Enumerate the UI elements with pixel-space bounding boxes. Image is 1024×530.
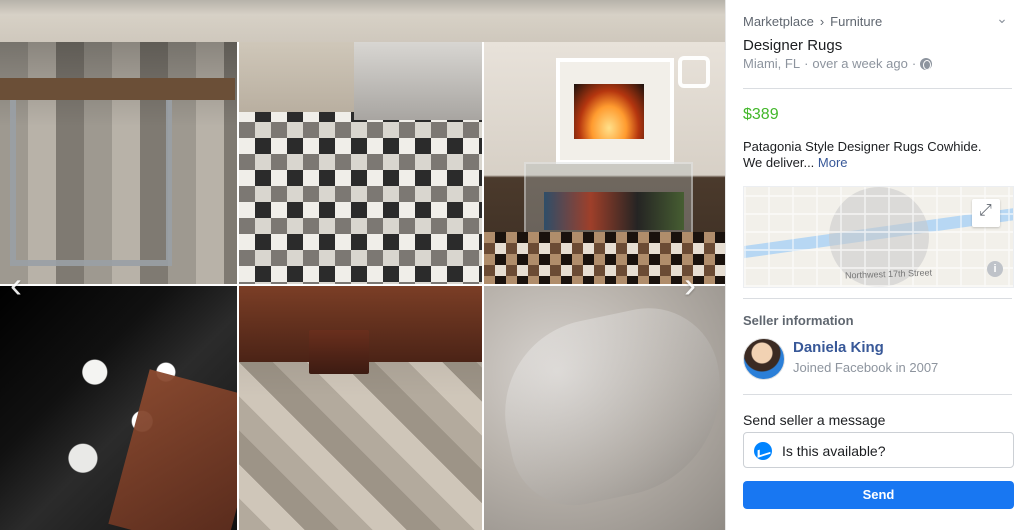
globe-icon — [920, 57, 933, 70]
next-photo-button[interactable]: › — [684, 267, 714, 303]
breadcrumb-category-link[interactable]: Furniture — [830, 14, 882, 29]
photo-tile-4[interactable] — [0, 286, 237, 530]
divider-middle — [743, 298, 1012, 299]
location-map[interactable]: Northwest 17th Street i — [743, 186, 1014, 288]
meta-dot-2: · — [911, 56, 917, 71]
meta-dot-1: · — [804, 56, 809, 71]
seller-info-heading: Seller information — [743, 313, 854, 328]
collapse-chevron-down-icon[interactable]: ⌄ — [992, 10, 1012, 30]
photo-tile-3-books — [544, 192, 684, 230]
photo-tile-5[interactable] — [239, 286, 482, 530]
listing-description: Patagonia Style Designer Rugs Cowhide. W… — [743, 139, 1003, 171]
listing-meta: Miami, FL · over a week ago · — [743, 56, 933, 71]
description-more-link[interactable]: More — [818, 155, 848, 170]
photo-tile-1[interactable] — [0, 42, 237, 284]
photo-tile-4-wood-floor — [108, 369, 237, 530]
listing-title: Designer Rugs — [743, 37, 843, 54]
listing-age: over a week ago — [812, 56, 908, 71]
send-button[interactable]: Send — [743, 481, 1014, 509]
message-input[interactable] — [780, 433, 1014, 469]
breadcrumb-marketplace-link[interactable]: Marketplace — [743, 14, 814, 29]
expand-photo-icon[interactable] — [678, 56, 710, 88]
divider-bottom — [743, 394, 1012, 395]
messenger-icon — [754, 442, 772, 460]
photo-tile-5-foot — [309, 330, 369, 374]
photo-top-strip — [0, 0, 725, 42]
photo-tile-6[interactable] — [484, 286, 725, 530]
previous-photo-button[interactable]: ‹ — [10, 267, 40, 303]
listing-details-panel: Marketplace › Furniture ⌄ Designer Rugs Mi… — [725, 0, 1024, 530]
listing-description-text: Patagonia Style Designer Rugs Cowhide. W… — [743, 139, 982, 170]
listing-location: Miami, FL — [743, 56, 801, 71]
seller-avatar[interactable] — [743, 338, 785, 380]
map-info-icon[interactable]: i — [987, 261, 1003, 277]
seller-name-link[interactable]: Daniela King — [793, 339, 884, 356]
photo-grid — [0, 42, 725, 530]
listing-price: $389 — [743, 106, 779, 123]
photo-tile-2-table — [354, 42, 482, 120]
map-expand-icon[interactable] — [972, 199, 1000, 227]
listing-photo-gallery[interactable]: ‹ › — [0, 0, 725, 530]
message-heading: Send seller a message — [743, 412, 886, 428]
seller-joined-text: Joined Facebook in 2007 — [793, 360, 939, 375]
divider-top — [743, 88, 1012, 89]
breadcrumb-separator: › — [819, 14, 825, 29]
photo-tile-2[interactable] — [239, 42, 482, 284]
breadcrumb: Marketplace › Furniture — [743, 14, 882, 29]
message-field[interactable] — [743, 432, 1014, 469]
photo-tile-3-fire — [574, 84, 644, 139]
